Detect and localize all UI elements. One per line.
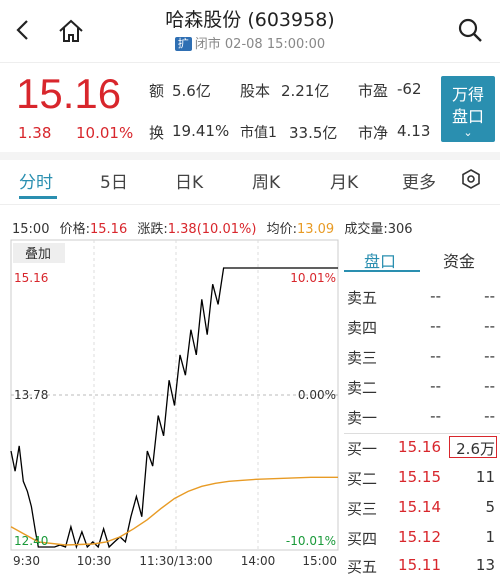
metric-label-shares: 股本 — [240, 82, 271, 100]
info-avg: 13.09 — [296, 222, 335, 237]
ob-sell1-label: 卖一 — [347, 409, 378, 427]
metric-value-amount: 5.6亿 — [172, 82, 211, 100]
metric-value-turnover: 19.41% — [172, 122, 230, 140]
ob-sell3-vol: -- — [484, 347, 495, 365]
ob-buy5-label: 买五 — [347, 558, 378, 576]
metric-value-shares: 2.21亿 — [281, 82, 330, 100]
metric-label-pb: 市净 — [358, 124, 389, 142]
metric-value-pb: 4.13 — [397, 122, 431, 140]
top-bar: 哈森股份 (603958) 扩闭市 02-08 15:00:00 — [0, 0, 500, 60]
wande-orderbook-button[interactable]: 万得 盘口 ⌄ — [441, 76, 495, 142]
active-tab-indicator — [19, 196, 57, 199]
price-change: 1.38 — [18, 124, 52, 142]
extend-badge: 扩 — [174, 37, 192, 51]
info-price: 15.16 — [90, 222, 128, 237]
info-volume: 306 — [387, 222, 413, 237]
ob-buy4-label: 买四 — [347, 530, 378, 548]
tab-5day[interactable]: 5日 — [100, 168, 128, 193]
ob-sell5-price: -- — [430, 287, 441, 305]
y-right-label-mid: 0.00% — [298, 388, 336, 402]
ob-buy3-label: 买三 — [347, 500, 378, 518]
ob-buy3-vol: 5 — [485, 498, 495, 516]
x-label-1500: 15:00 — [302, 554, 337, 568]
tab-more[interactable]: 更多 — [402, 168, 436, 193]
metric-label-turnover: 换 — [149, 124, 165, 142]
ob-sell1-price: -- — [430, 407, 441, 425]
active-orderbook-tab-indicator — [344, 270, 420, 272]
info-change-label: 涨跌: — [137, 222, 168, 237]
info-avg-label: 均价: — [266, 222, 297, 237]
stock-title: 哈森股份 (603958) — [165, 9, 335, 31]
y-right-label-top: 10.01% — [290, 271, 336, 285]
ob-buy4-vol: 1 — [485, 528, 495, 546]
ob-buy4-price: 15.12 — [398, 528, 441, 546]
y-right-label-bottom: -10.01% — [286, 534, 336, 548]
info-change: 1.38(10.01%) — [167, 222, 257, 237]
market-status: 扩闭市 02-08 15:00:00 — [0, 33, 500, 52]
tab-daily-k[interactable]: 日K — [175, 168, 203, 193]
ob-sell3-price: -- — [430, 347, 441, 365]
ob-buy2-price: 15.15 — [398, 468, 441, 486]
ob-buy2-vol: 11 — [475, 468, 495, 486]
ob-sell2-label: 卖二 — [347, 379, 378, 397]
x-label-1030: 10:30 — [77, 554, 112, 568]
chevron-down-icon: ⌄ — [463, 126, 473, 139]
status-text: 闭市 02-08 15:00:00 — [194, 37, 326, 52]
ob-buy3-price: 15.14 — [398, 498, 441, 516]
x-label-1130: 11:30/13:00 — [139, 554, 212, 568]
y-left-label-bottom: 12.40 — [14, 534, 48, 548]
ob-sell2-vol: -- — [484, 377, 495, 395]
tab-orderbook[interactable]: 盘口 — [364, 248, 396, 272]
orderbook-divider — [344, 433, 500, 434]
ob-sell5-label: 卖五 — [347, 289, 378, 307]
ob-sell4-label: 卖四 — [347, 319, 378, 337]
ob-buy5-vol: 13 — [475, 556, 495, 574]
ob-buy2-label: 买二 — [347, 470, 378, 488]
tab-weekly-k[interactable]: 周K — [252, 168, 280, 193]
ob-sell4-vol: -- — [484, 317, 495, 335]
y-left-label-mid: 13.78 — [14, 388, 48, 402]
metric-label-pe: 市盈 — [358, 82, 389, 100]
ob-buy1-price: 15.16 — [398, 438, 441, 456]
ob-sell1-vol: -- — [484, 407, 495, 425]
metric-label-mktcap: 市值1 — [240, 125, 277, 141]
price-change-pct: 10.01% — [76, 124, 134, 142]
info-volume-label: 成交量: — [344, 222, 388, 237]
ob-sell2-price: -- — [430, 377, 441, 395]
ob-buy1-vol: 2.6万 — [456, 440, 495, 458]
metric-label-amount: 额 — [149, 82, 165, 100]
info-price-label: 价格: — [59, 222, 90, 237]
ob-buy1-label: 买一 — [347, 440, 378, 458]
tab-intraday[interactable]: 分时 — [19, 168, 53, 193]
last-price: 15.16 — [16, 70, 122, 117]
tab-monthly-k[interactable]: 月K — [330, 168, 358, 193]
intraday-chart[interactable]: 叠加 15.16 13.78 12.40 10.01% 0.00% -10.01… — [0, 238, 340, 570]
search-icon[interactable] — [456, 16, 484, 44]
wande-label-2: 盘口 — [451, 107, 484, 126]
wande-label-1: 万得 — [451, 85, 484, 104]
overlay-label: 叠加 — [25, 247, 51, 262]
ob-sell4-price: -- — [430, 317, 441, 335]
tab-capital[interactable]: 资金 — [443, 248, 475, 272]
info-time: 15:00 — [12, 222, 50, 237]
x-label-1400: 14:00 — [241, 554, 276, 568]
metric-value-mktcap: 33.5亿 — [289, 124, 338, 142]
x-label-0930: 9:30 — [13, 554, 40, 568]
divider — [0, 62, 500, 63]
ob-sell3-label: 卖三 — [347, 349, 378, 367]
y-left-label-top: 15.16 — [14, 271, 48, 285]
ob-sell5-vol: -- — [484, 287, 495, 305]
divider — [0, 204, 500, 205]
section-divider — [0, 152, 500, 160]
settings-icon[interactable] — [460, 168, 482, 190]
ob-buy5-price: 15.11 — [398, 556, 441, 574]
intraday-info-line: 15:00 价格:15.16 涨跌:1.38(10.01%) 均价:13.09 … — [12, 218, 413, 237]
metric-value-pe: -62 — [397, 80, 422, 98]
